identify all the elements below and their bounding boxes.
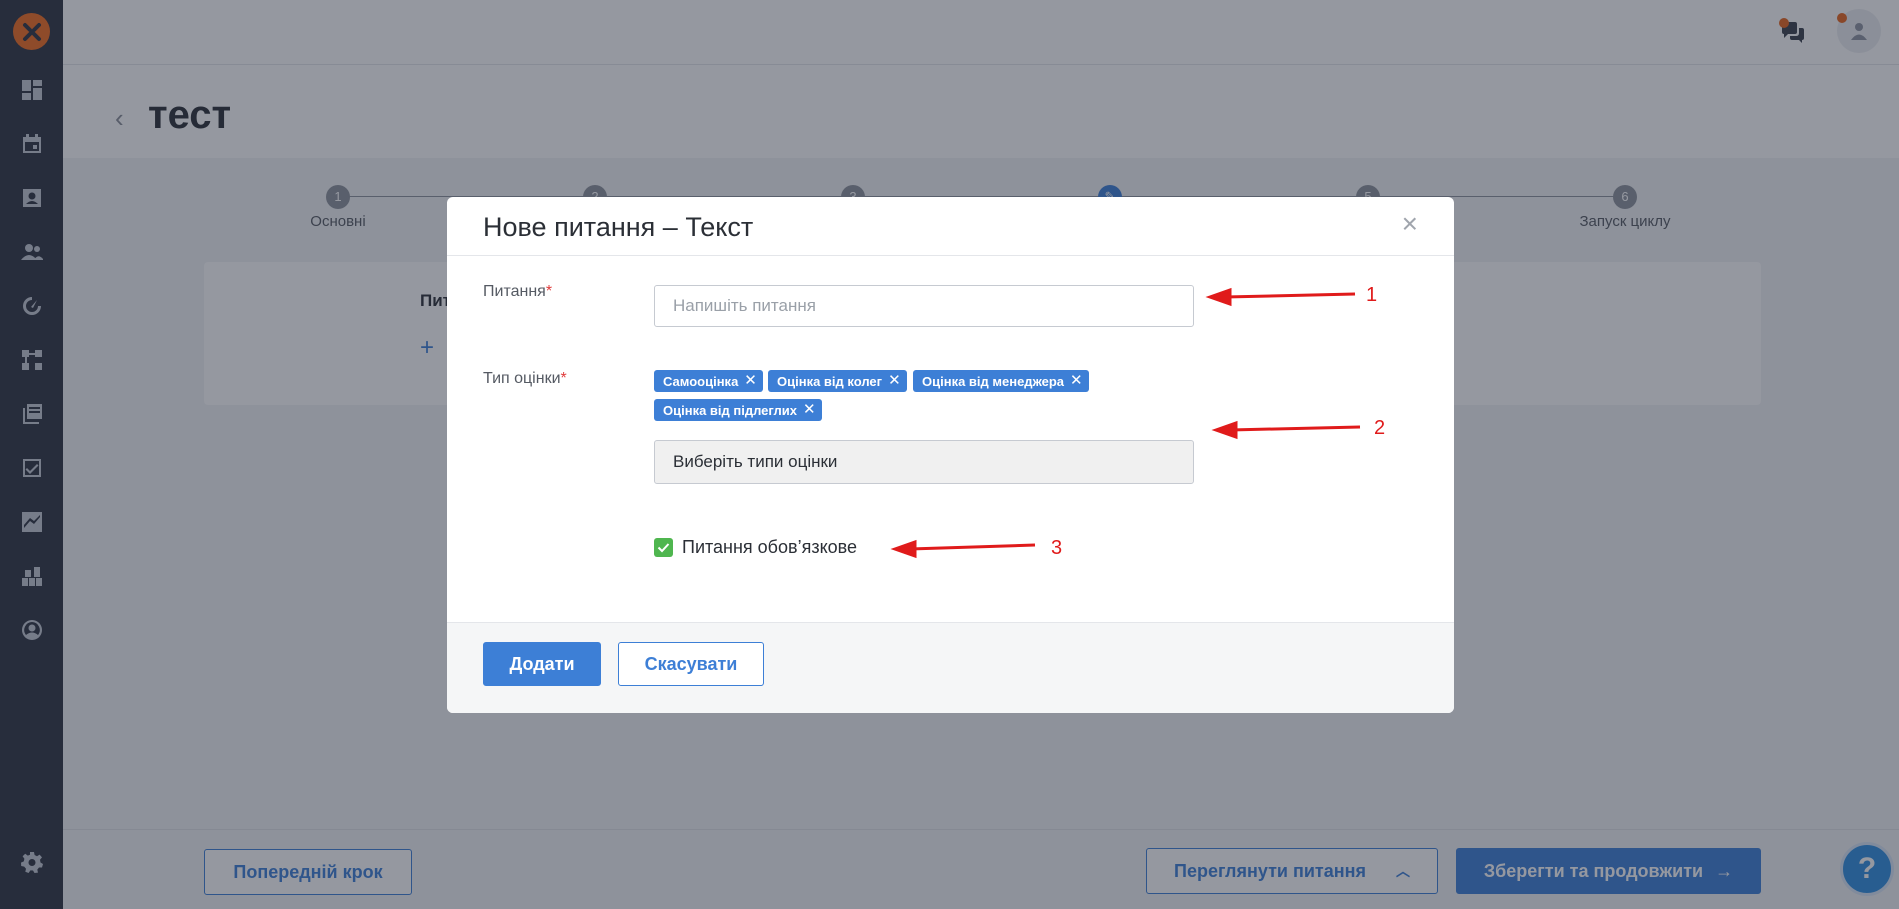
required-checkbox[interactable] bbox=[654, 538, 673, 557]
annotation-number-3: 3 bbox=[1051, 537, 1063, 559]
annotation-number-2: 2 bbox=[1374, 417, 1386, 439]
required-mark: * bbox=[560, 370, 567, 387]
tag-remove-icon[interactable]: ✕ bbox=[744, 370, 757, 392]
tag-remove-icon[interactable]: ✕ bbox=[803, 399, 816, 421]
tag-label: Самооцінка bbox=[663, 373, 739, 389]
question-input[interactable] bbox=[654, 285, 1194, 327]
question-label-text: Питання bbox=[483, 283, 546, 300]
required-question-row[interactable]: Питання обов’язкове bbox=[654, 537, 857, 558]
tag-label: Оцінка від колег bbox=[777, 373, 883, 389]
tag-remove-icon[interactable]: ✕ bbox=[1070, 370, 1083, 392]
tag-self-assessment: Самооцінка ✕ bbox=[654, 370, 763, 392]
tag-peer-assessment: Оцінка від колег ✕ bbox=[768, 370, 907, 392]
add-button[interactable]: Додати bbox=[483, 642, 601, 686]
assessment-type-select[interactable]: Виберіть типи оцінки bbox=[654, 440, 1194, 484]
close-icon[interactable]: × bbox=[1402, 209, 1418, 239]
new-question-modal: Нове питання – Текст × Питання* Тип оцін… bbox=[447, 197, 1454, 713]
annotation-number-1: 1 bbox=[1366, 284, 1378, 306]
required-mark: * bbox=[545, 283, 553, 300]
question-label: Питання* bbox=[483, 283, 552, 301]
cancel-button[interactable]: Скасувати bbox=[618, 642, 764, 686]
modal-title: Нове питання – Текст bbox=[483, 212, 754, 242]
tag-manager-assessment: Оцінка від менеджера ✕ bbox=[913, 370, 1089, 392]
modal-footer: Додати Скасувати bbox=[447, 622, 1454, 713]
assessment-type-label-text: Тип оцінки bbox=[483, 370, 561, 387]
tag-label: Оцінка від підлеглих bbox=[663, 402, 797, 418]
tag-subordinate-assessment: Оцінка від підлеглих ✕ bbox=[654, 399, 822, 421]
checkmark-icon bbox=[657, 543, 670, 553]
tag-label: Оцінка від менеджера bbox=[922, 373, 1065, 389]
modal-header: Нове питання – Текст × bbox=[447, 197, 1454, 256]
tag-remove-icon[interactable]: ✕ bbox=[888, 370, 901, 392]
required-checkbox-label: Питання обов’язкове bbox=[682, 537, 858, 557]
assessment-type-label: Тип оцінки* bbox=[483, 370, 567, 388]
